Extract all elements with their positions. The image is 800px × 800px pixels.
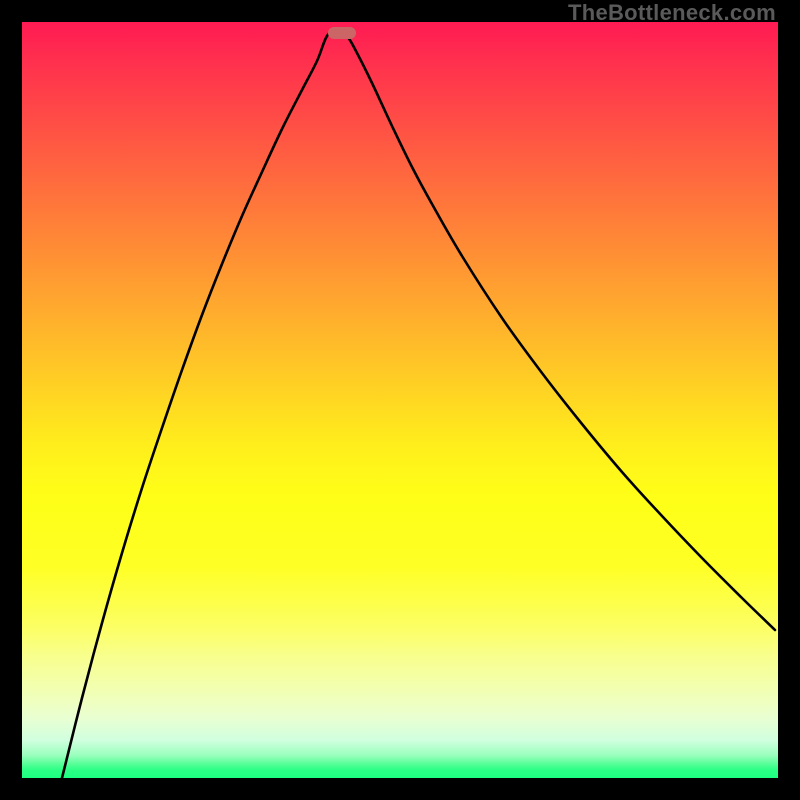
chart-area — [22, 22, 778, 778]
gradient-background — [22, 22, 778, 778]
min-marker — [328, 27, 356, 39]
watermark-text: TheBottleneck.com — [568, 0, 776, 26]
